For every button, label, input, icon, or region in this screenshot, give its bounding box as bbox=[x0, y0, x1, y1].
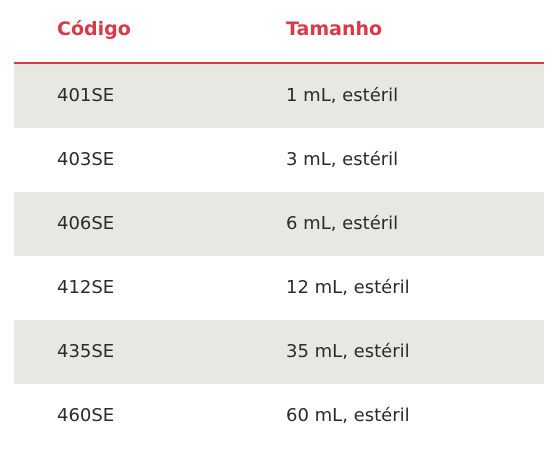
table-header: Código Tamanho bbox=[14, 0, 544, 64]
cell-size: 12 mL, estéril bbox=[286, 277, 410, 298]
cell-code: 435SE bbox=[57, 341, 115, 362]
table-row: 401SE 1 mL, estéril bbox=[14, 64, 544, 128]
cell-size: 6 mL, estéril bbox=[286, 213, 399, 234]
table-row: 406SE 6 mL, estéril bbox=[14, 192, 544, 256]
cell-code: 406SE bbox=[57, 213, 115, 234]
table-row: 435SE 35 mL, estéril bbox=[14, 320, 544, 384]
table-row: 403SE 3 mL, estéril bbox=[14, 128, 544, 192]
table-body: 401SE 1 mL, estéril 403SE 3 mL, estéril … bbox=[14, 64, 544, 448]
header-code: Código bbox=[57, 18, 131, 40]
cell-code: 460SE bbox=[57, 405, 115, 426]
cell-size: 1 mL, estéril bbox=[286, 85, 399, 106]
cell-size: 3 mL, estéril bbox=[286, 149, 399, 170]
cell-code: 401SE bbox=[57, 85, 115, 106]
cell-code: 403SE bbox=[57, 149, 115, 170]
cell-size: 35 mL, estéril bbox=[286, 341, 410, 362]
header-size: Tamanho bbox=[286, 18, 383, 40]
cell-code: 412SE bbox=[57, 277, 115, 298]
cell-size: 60 mL, estéril bbox=[286, 405, 410, 426]
table-row: 460SE 60 mL, estéril bbox=[14, 384, 544, 448]
product-table: Código Tamanho 401SE 1 mL, estéril 403SE… bbox=[14, 0, 544, 448]
table-row: 412SE 12 mL, estéril bbox=[14, 256, 544, 320]
